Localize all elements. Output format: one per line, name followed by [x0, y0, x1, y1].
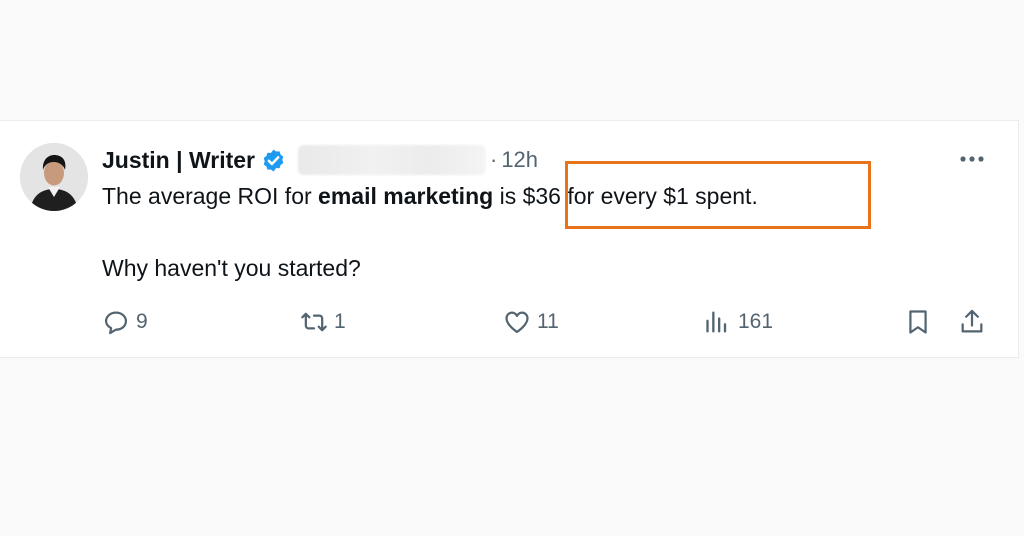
- like-count: 11: [537, 310, 559, 333]
- views-icon: [706, 311, 727, 333]
- tweet-text-line-2: Why haven't you started?: [102, 255, 361, 281]
- avatar[interactable]: [20, 143, 88, 211]
- bookmark-icon: [909, 310, 927, 334]
- bookmark-button[interactable]: [904, 307, 932, 337]
- highlight-box: [565, 161, 871, 229]
- retweet-button[interactable]: 1: [300, 307, 346, 337]
- text-is: is: [493, 183, 523, 209]
- share-button[interactable]: [958, 307, 986, 337]
- views-count: 161: [738, 310, 774, 333]
- more-dots-icon[interactable]: [958, 149, 988, 169]
- blurred-handle: [297, 145, 486, 175]
- tweet-header: Justin | Writer · 12h: [102, 145, 538, 175]
- reply-count: 9: [136, 310, 148, 333]
- tweet-time[interactable]: 12h: [501, 147, 538, 173]
- share-icon: [961, 309, 983, 333]
- verified-badge-icon: [263, 149, 284, 171]
- tweet-card[interactable]: Justin | Writer · 12h The average ROI fo…: [0, 120, 1019, 358]
- author-name[interactable]: Justin | Writer: [102, 147, 255, 174]
- avatar-image: [20, 143, 88, 211]
- views-button[interactable]: 161: [704, 307, 773, 337]
- text-before: The average ROI for: [102, 183, 319, 209]
- retweet-count: 1: [334, 310, 346, 333]
- reply-button[interactable]: 9: [102, 307, 148, 337]
- heart-icon: [505, 311, 529, 334]
- text-bold: email marketing: [318, 183, 494, 209]
- separator-dot: ·: [489, 147, 498, 172]
- like-button[interactable]: 11: [503, 307, 559, 337]
- retweet-icon: [301, 312, 327, 332]
- reply-icon: [104, 311, 128, 335]
